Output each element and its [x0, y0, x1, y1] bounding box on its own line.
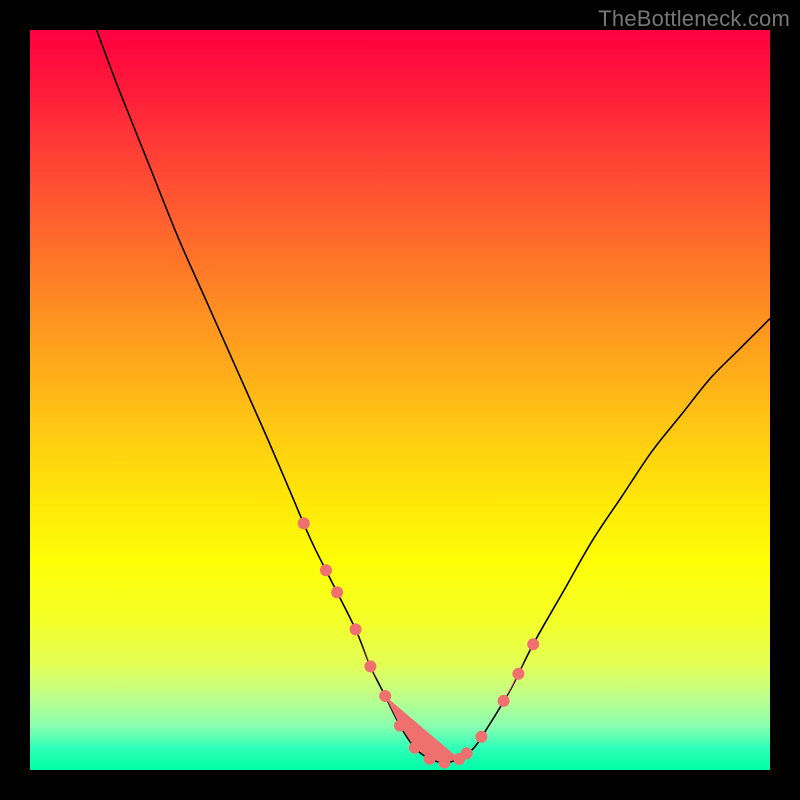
marker-dot: [424, 753, 436, 765]
marker-dot: [320, 564, 332, 576]
marker-dot: [498, 695, 510, 707]
marker-dot: [350, 623, 362, 635]
bottleneck-curve: [97, 30, 770, 763]
marker-dot: [331, 586, 343, 598]
chart-frame: TheBottleneck.com: [0, 0, 800, 800]
marker-dot: [298, 517, 310, 529]
marker-dot: [364, 660, 376, 672]
curve-svg: [30, 30, 770, 770]
marker-dot: [475, 731, 487, 743]
marker-dot: [438, 757, 450, 769]
marker-dot: [512, 668, 524, 680]
marker-dot: [394, 720, 406, 732]
plot-area: [30, 30, 770, 770]
marker-dot: [527, 638, 539, 650]
marker-dot: [409, 742, 421, 754]
marker-dot: [379, 690, 391, 702]
marker-dot: [461, 747, 473, 759]
marker-pills-group: [319, 555, 526, 762]
watermark-text: TheBottleneck.com: [598, 6, 790, 32]
